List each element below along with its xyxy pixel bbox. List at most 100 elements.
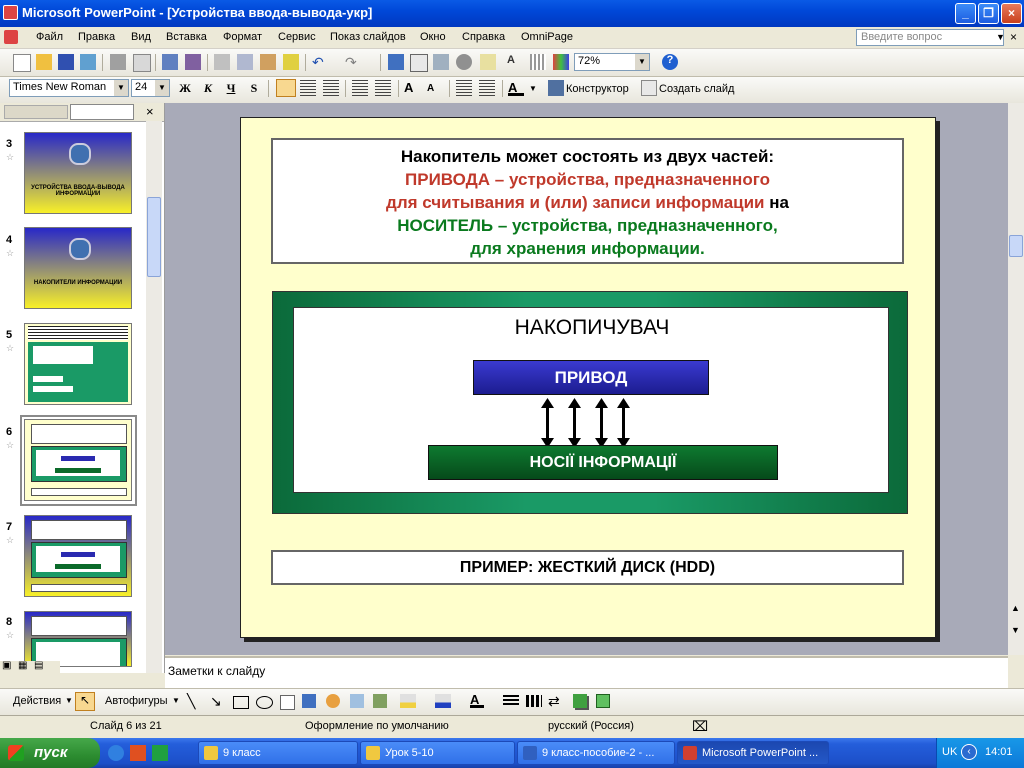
picture-icon[interactable]: [373, 694, 387, 708]
slide-thumbnail-3[interactable]: УСТРОЙСТВА ВВОДА-ВЫВОДА ИНФОРМАЦИИ: [24, 132, 132, 214]
print-icon[interactable]: [110, 54, 126, 70]
bullets-icon[interactable]: [375, 80, 391, 96]
slide-thumbnail-7[interactable]: [24, 515, 132, 597]
close-button[interactable]: ×: [1001, 3, 1022, 24]
diagram-frame[interactable]: НАКОПИЧУВАЧ ПРИВОД НОСІЇ ІНФОРМАЦІЇ: [272, 291, 908, 514]
font-size-dropdown-icon[interactable]: ▼: [155, 80, 169, 96]
zoom-dropdown-icon[interactable]: ▼: [635, 54, 649, 70]
insert-diagram-icon[interactable]: [456, 54, 472, 70]
slide-thumbnail-8[interactable]: [24, 611, 132, 667]
slide-thumbnail-5[interactable]: [24, 323, 132, 405]
autoshapes-menu[interactable]: Автофигуры: [105, 695, 168, 707]
oval-icon[interactable]: [256, 696, 273, 709]
insert-chart-icon[interactable]: [388, 54, 404, 70]
align-left-icon[interactable]: [276, 79, 296, 97]
menu-insert[interactable]: Вставка: [166, 31, 207, 43]
color-grayscale-icon[interactable]: [553, 54, 569, 70]
slide-thumbnail-6[interactable]: [24, 419, 132, 501]
font-size-combo[interactable]: 24 ▼: [131, 79, 170, 97]
font-dropdown-icon[interactable]: ▼: [114, 80, 128, 96]
diagram-icon[interactable]: [326, 694, 340, 708]
show-formatting-icon[interactable]: A: [507, 54, 523, 70]
task-word-doc[interactable]: 9 класс-пособие-2 - ...: [517, 741, 675, 765]
decrease-indent-icon[interactable]: [456, 80, 472, 96]
autoshapes-dropdown-icon[interactable]: ▼: [172, 696, 180, 705]
wordart-icon[interactable]: [302, 694, 316, 708]
permission-icon[interactable]: [80, 54, 96, 70]
line-icon[interactable]: ╲: [187, 693, 195, 710]
example-textbox[interactable]: ПРИМЕР: ЖЕСТКИЙ ДИСК (HDD): [271, 550, 904, 585]
shadow-style-icon[interactable]: [573, 694, 587, 708]
designer-icon[interactable]: [548, 80, 564, 96]
decrease-font-icon[interactable]: A: [427, 83, 443, 99]
slide-scrollbar[interactable]: ▲ ▼: [1008, 103, 1024, 655]
menu-window[interactable]: Окно: [420, 31, 446, 43]
menu-omnipage[interactable]: OmniPage: [521, 31, 573, 43]
maximize-button[interactable]: ❐: [978, 3, 999, 24]
align-center-icon[interactable]: [300, 80, 316, 96]
bold-button[interactable]: Ж: [176, 79, 194, 97]
app-quicklaunch-icon[interactable]: [130, 745, 146, 761]
ie-icon[interactable]: [108, 745, 124, 761]
textbox-icon[interactable]: [280, 695, 295, 710]
increase-indent-icon[interactable]: [479, 80, 495, 96]
actions-dropdown-icon[interactable]: ▼: [65, 696, 73, 705]
draw-font-color-icon[interactable]: A: [470, 692, 484, 708]
tray-expand-icon[interactable]: ‹: [961, 744, 977, 760]
expand-all-icon[interactable]: [480, 54, 496, 70]
open-icon[interactable]: [36, 54, 52, 70]
show-grid-icon[interactable]: [530, 54, 546, 70]
slides-tab[interactable]: [70, 104, 134, 120]
menu-help[interactable]: Справка: [462, 31, 505, 43]
excel-icon[interactable]: [152, 745, 168, 761]
increase-font-icon[interactable]: A: [404, 80, 420, 96]
print-preview-icon[interactable]: [133, 54, 151, 72]
actions-menu[interactable]: Действия: [13, 695, 61, 707]
normal-view-icon[interactable]: ▣: [2, 660, 11, 671]
start-button[interactable]: пуск: [0, 738, 100, 768]
slide-scroll-thumb[interactable]: [1009, 235, 1023, 257]
line-color-icon[interactable]: [435, 694, 451, 708]
clipart-icon[interactable]: [350, 694, 364, 708]
copy-icon[interactable]: [237, 54, 253, 70]
slideshow-view-icon[interactable]: ▤: [34, 660, 43, 671]
undo-icon[interactable]: ↶: [312, 54, 328, 70]
spelling-status-icon[interactable]: ⌧: [692, 718, 708, 735]
zoom-combo[interactable]: 72% ▼: [574, 53, 650, 71]
task-lesson[interactable]: Урок 5-10: [360, 741, 515, 765]
menu-format[interactable]: Формат: [223, 31, 262, 43]
media-box[interactable]: НОСІЇ ІНФОРМАЦІЇ: [428, 445, 778, 480]
powerpoint-app-icon[interactable]: [3, 5, 18, 20]
rectangle-icon[interactable]: [233, 696, 249, 709]
font-color-icon[interactable]: A: [508, 80, 524, 96]
scroll-thumb[interactable]: [147, 197, 161, 277]
prev-slide-icon[interactable]: ▲: [1011, 603, 1020, 613]
italic-button[interactable]: К: [199, 79, 217, 97]
menu-close-icon[interactable]: ×: [1010, 30, 1017, 44]
select-objects-icon[interactable]: ↖: [75, 692, 95, 711]
task-powerpoint[interactable]: Microsoft PowerPoint ...: [677, 741, 829, 765]
panel-close-icon[interactable]: ×: [146, 104, 154, 119]
task-9-class[interactable]: 9 класс: [198, 741, 358, 765]
dash-style-icon[interactable]: [526, 695, 542, 707]
shadow-button[interactable]: S: [245, 79, 263, 97]
drive-box[interactable]: ПРИВОД: [473, 360, 709, 395]
insert-table-icon[interactable]: [410, 54, 428, 72]
menu-edit[interactable]: Правка: [78, 31, 115, 43]
menu-file[interactable]: Файл: [36, 31, 63, 43]
research-icon[interactable]: [185, 54, 201, 70]
notes-pane[interactable]: Заметки к слайду: [165, 656, 1008, 688]
keyboard-layout[interactable]: UK: [942, 746, 957, 758]
format-painter-icon[interactable]: [283, 54, 299, 70]
menu-slideshow[interactable]: Показ слайдов: [330, 31, 406, 43]
arrow-style-icon[interactable]: ⇄: [548, 693, 560, 710]
new-slide-button[interactable]: Создать слайд: [659, 83, 734, 95]
align-right-icon[interactable]: [323, 80, 339, 96]
new-icon[interactable]: [13, 54, 31, 72]
definition-textbox[interactable]: Накопитель может состоять из двух частей…: [271, 138, 904, 264]
help-icon[interactable]: ?: [662, 54, 678, 70]
outline-tab[interactable]: [4, 105, 68, 119]
document-icon[interactable]: [4, 30, 18, 44]
redo-icon[interactable]: ↷: [345, 54, 361, 70]
underline-button[interactable]: Ч: [222, 79, 240, 97]
